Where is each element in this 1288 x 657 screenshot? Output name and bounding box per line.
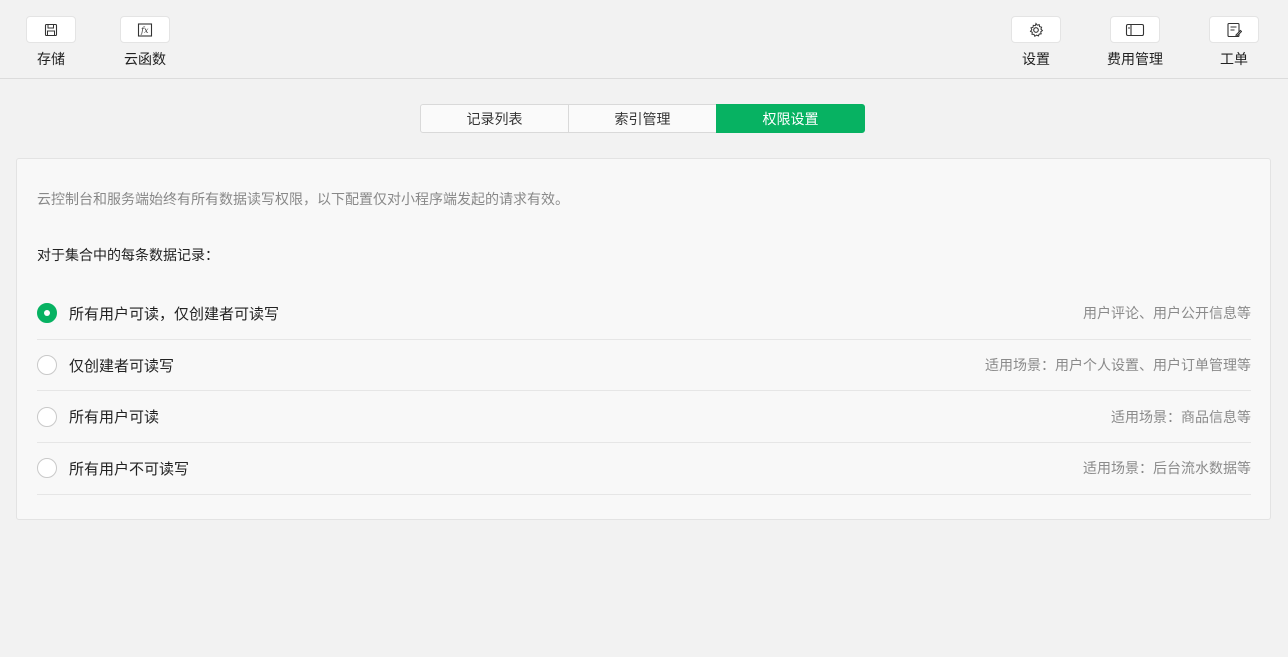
cloud-function-button[interactable]: fx 云函数 bbox=[105, 16, 185, 69]
option-label: 所有用户不可读写 bbox=[69, 459, 190, 478]
settings-button[interactable]: 设置 bbox=[996, 16, 1076, 69]
option-hint: 适用场景：后台流水数据等 bbox=[1083, 461, 1251, 478]
permission-options: 所有用户可读，仅创建者可读写 用户评论、用户公开信息等 仅创建者可读写 适用场景… bbox=[37, 288, 1251, 495]
gear-icon bbox=[1011, 16, 1061, 43]
tab-permissions[interactable]: 权限设置 bbox=[716, 104, 865, 133]
option-label: 所有用户可读 bbox=[69, 408, 160, 427]
tab-records[interactable]: 记录列表 bbox=[420, 104, 569, 133]
permission-option-public-read[interactable]: 所有用户可读 适用场景：商品信息等 bbox=[37, 391, 1251, 444]
permissions-description: 云控制台和服务端始终有所有数据读写权限，以下配置仅对小程序端发起的请求有效。 bbox=[37, 192, 569, 208]
ticket-label: 工单 bbox=[1220, 52, 1248, 68]
settings-label: 设置 bbox=[1022, 52, 1050, 68]
billing-button[interactable]: 费用管理 bbox=[1095, 16, 1175, 69]
option-hint: 适用场景：用户个人设置、用户订单管理等 bbox=[985, 358, 1251, 375]
svg-text:fx: fx bbox=[140, 26, 149, 35]
permission-option-public-read-creator-write[interactable]: 所有用户可读，仅创建者可读写 用户评论、用户公开信息等 bbox=[37, 288, 1251, 340]
ticket-icon bbox=[1209, 16, 1259, 43]
storage-button[interactable]: 存储 bbox=[11, 16, 91, 69]
storage-label: 存储 bbox=[37, 52, 65, 68]
radio-button-selected[interactable] bbox=[37, 303, 57, 324]
radio-button[interactable] bbox=[37, 355, 57, 376]
option-hint: 用户评论、用户公开信息等 bbox=[1083, 306, 1251, 323]
ticket-button[interactable]: 工单 bbox=[1194, 16, 1274, 69]
option-hint: 适用场景：商品信息等 bbox=[1111, 409, 1251, 426]
radio-button[interactable] bbox=[37, 458, 57, 479]
function-icon: fx bbox=[120, 16, 170, 43]
cloud-function-label: 云函数 bbox=[124, 52, 166, 68]
option-label: 仅创建者可读写 bbox=[69, 356, 175, 375]
section-title: 对于集合中的每条数据记录： bbox=[37, 248, 219, 264]
tab-indexes[interactable]: 索引管理 bbox=[568, 104, 717, 133]
billing-icon bbox=[1110, 16, 1160, 43]
radio-button[interactable] bbox=[37, 406, 57, 427]
permission-option-no-access[interactable]: 所有用户不可读写 适用场景：后台流水数据等 bbox=[37, 443, 1251, 495]
permissions-panel: 云控制台和服务端始终有所有数据读写权限，以下配置仅对小程序端发起的请求有效。 对… bbox=[16, 158, 1271, 520]
save-icon bbox=[26, 16, 76, 43]
option-label: 所有用户可读，仅创建者可读写 bbox=[69, 304, 280, 323]
billing-label: 费用管理 bbox=[1107, 52, 1163, 68]
top-toolbar: 存储 fx 云函数 设置 费用管理 工单 bbox=[0, 0, 1288, 79]
permission-option-creator-only[interactable]: 仅创建者可读写 适用场景：用户个人设置、用户订单管理等 bbox=[37, 340, 1251, 392]
tab-bar: 记录列表 索引管理 权限设置 bbox=[420, 104, 865, 133]
